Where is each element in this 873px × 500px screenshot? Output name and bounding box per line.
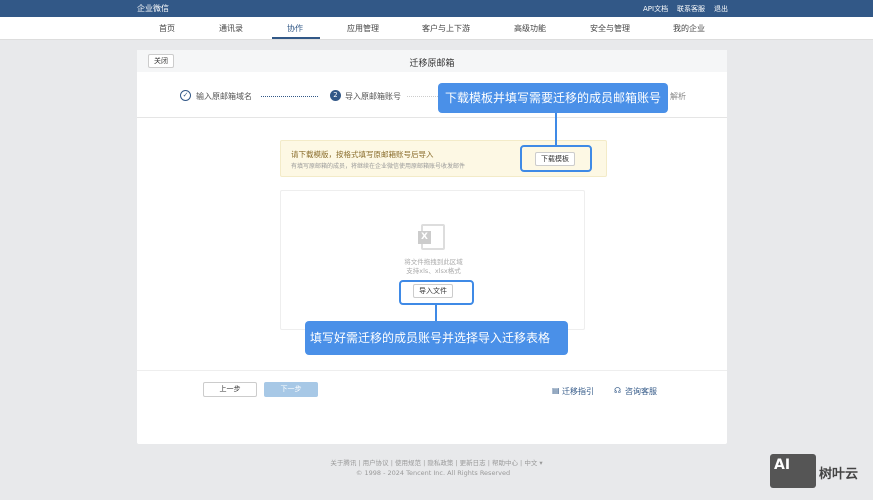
- highlight-import: [399, 280, 474, 305]
- footer-links: 关于腾讯 | 用户协议 | 使用规范 | 隐私政策 | 更新日志 | 帮助中心 …: [330, 459, 543, 467]
- step-1-label: 输入原邮箱域名: [196, 92, 252, 101]
- callout-download: 下载模板并填写需要迁移的成员邮箱账号: [438, 83, 668, 113]
- callout-import: 填写好需迁移的成员账号并选择导入迁移表格: [305, 321, 568, 355]
- watermark-text: 树叶云: [819, 467, 859, 482]
- callout-line: [555, 113, 557, 145]
- callout-line: [435, 305, 437, 321]
- step-2-label: 导入原邮箱账号: [345, 92, 401, 101]
- footer-changelog[interactable]: 更新日志: [460, 459, 486, 467]
- divider: [137, 370, 727, 371]
- footer-terms[interactable]: 用户协议: [363, 459, 389, 467]
- step-connector: [261, 96, 318, 97]
- upload-formats: 支持xls、xlsx格式: [406, 267, 461, 275]
- watermark-logo: AI: [770, 454, 816, 488]
- divider: [137, 117, 727, 118]
- step-done-icon: ✓: [180, 90, 191, 101]
- headset-icon: ☊: [614, 386, 622, 395]
- nav-contacts[interactable]: 通讯录: [219, 23, 243, 34]
- link-api-docs[interactable]: API文档: [643, 4, 668, 14]
- step-connector: [407, 96, 442, 97]
- footer-rules[interactable]: 使用规范: [395, 459, 421, 467]
- nav-advanced[interactable]: 高级功能: [514, 23, 546, 34]
- next-step-button[interactable]: 下一步: [264, 382, 318, 397]
- step-3-label: 解析: [670, 92, 686, 101]
- prev-step-button[interactable]: 上一步: [203, 382, 257, 397]
- top-bar: 企业微信 API文档 联系客服 退出: [0, 0, 873, 17]
- highlight-download: [520, 145, 592, 172]
- step-2-number: 2: [330, 90, 341, 101]
- language-select[interactable]: 中文 ▾: [524, 459, 542, 467]
- nav-home[interactable]: 首页: [159, 23, 175, 34]
- nav-company[interactable]: 我的企业: [673, 23, 705, 34]
- copyright: © 1998 - 2024 Tencent Inc. All Rights Re…: [355, 469, 511, 477]
- footer-privacy[interactable]: 隐私政策: [427, 459, 453, 467]
- nav-apps[interactable]: 应用管理: [347, 23, 379, 34]
- guide-icon: ▤: [552, 386, 560, 395]
- support-link[interactable]: 咨询客服: [625, 386, 657, 397]
- logo[interactable]: 企业微信: [137, 3, 169, 14]
- footer-about[interactable]: 关于腾讯: [330, 459, 356, 467]
- nav-security[interactable]: 安全与管理: [590, 23, 630, 34]
- link-contact[interactable]: 联系客服: [677, 4, 705, 14]
- excel-file-icon: X: [418, 224, 445, 250]
- nav-active-indicator: [272, 37, 320, 39]
- nav-collab[interactable]: 协作: [287, 23, 303, 34]
- footer-help[interactable]: 帮助中心: [492, 459, 518, 467]
- card-title: 迁移原邮箱: [409, 59, 455, 69]
- notice-desc: 有填写原邮箱的成员，将继续在企业微信使用原邮箱账号收发邮件: [291, 163, 466, 170]
- link-logout[interactable]: 退出: [714, 4, 728, 14]
- migration-guide-link[interactable]: 迁移指引: [562, 386, 594, 397]
- main-nav: 首页 通讯录 协作 应用管理 客户与上下游 高级功能 安全与管理 我的企业: [0, 17, 873, 40]
- upload-dropzone[interactable]: X 将文件拖拽到此区域 支持xls、xlsx格式 导入文件: [280, 190, 585, 330]
- nav-customers[interactable]: 客户与上下游: [422, 23, 470, 34]
- notice-title: 请下载模版，按格式填写原邮箱账号后导入: [291, 150, 434, 159]
